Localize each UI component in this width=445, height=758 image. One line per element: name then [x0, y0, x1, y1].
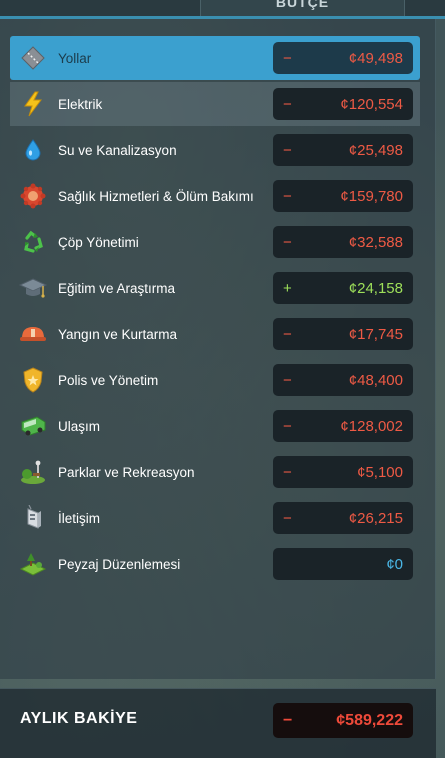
row-value: − ¢17,745 [273, 318, 413, 350]
budget-row-fire[interactable]: Yangın ve Kurtarma − ¢17,745 [10, 312, 420, 356]
row-value: − ¢120,554 [273, 88, 413, 120]
landscaping-icon [18, 549, 48, 579]
lightning-icon [18, 89, 48, 119]
budget-tab-label: BÜTÇE [275, 0, 330, 10]
row-value: − ¢48,400 [273, 364, 413, 396]
row-value: − ¢128,002 [273, 410, 413, 442]
row-value: ¢0 [273, 548, 413, 580]
budget-row-water[interactable]: Su ve Kanalizasyon − ¢25,498 [10, 128, 420, 172]
park-icon [18, 457, 48, 487]
budget-row-electricity[interactable]: Elektrik − ¢120,554 [10, 82, 420, 126]
monthly-balance-label: AYLIK BAKİYE [20, 710, 138, 727]
row-value: − ¢5,100 [273, 456, 413, 488]
recycle-icon [18, 227, 48, 257]
budget-row-healthcare[interactable]: Sağlık Hizmetleri & Ölüm Bakımı − ¢159,7… [10, 174, 420, 218]
bus-icon [18, 411, 48, 441]
budget-row-police[interactable]: Polis ve Yönetim − ¢48,400 [10, 358, 420, 402]
healthcare-icon [18, 181, 48, 211]
communication-icon [18, 503, 48, 533]
row-value: − ¢32,588 [273, 226, 413, 258]
row-value: − ¢49,498 [273, 42, 413, 74]
row-value: − ¢159,780 [273, 180, 413, 212]
road-icon [18, 43, 48, 73]
budget-row-communication[interactable]: İletişim − ¢26,215 [10, 496, 420, 540]
budget-row-education[interactable]: Eğitim ve Araştırma + ¢24,158 [10, 266, 420, 310]
row-value: + ¢24,158 [273, 272, 413, 304]
budget-row-garbage[interactable]: Çöp Yönetimi − ¢32,588 [10, 220, 420, 264]
row-value: − ¢25,498 [273, 134, 413, 166]
monthly-balance-value: − ¢589,222 [273, 703, 413, 738]
monthly-balance-bar: AYLIK BAKİYE − ¢589,222 [0, 688, 436, 758]
fire-helmet-icon [18, 319, 48, 349]
budget-row-landscaping[interactable]: Peyzaj Düzenlemesi ¢0 [10, 542, 420, 586]
police-badge-icon [18, 365, 48, 395]
budget-row-roads[interactable]: Yollar − ¢49,498 [10, 36, 420, 80]
water-drop-icon [18, 135, 48, 165]
row-value: − ¢26,215 [273, 502, 413, 534]
budget-panel: Yollar − ¢49,498 Elektrik − ¢120,554 Su … [0, 19, 436, 679]
budget-row-parks[interactable]: Parklar ve Rekreasyon − ¢5,100 [10, 450, 420, 494]
budget-row-transport[interactable]: Ulaşım − ¢128,002 [10, 404, 420, 448]
graduation-cap-icon [18, 273, 48, 303]
